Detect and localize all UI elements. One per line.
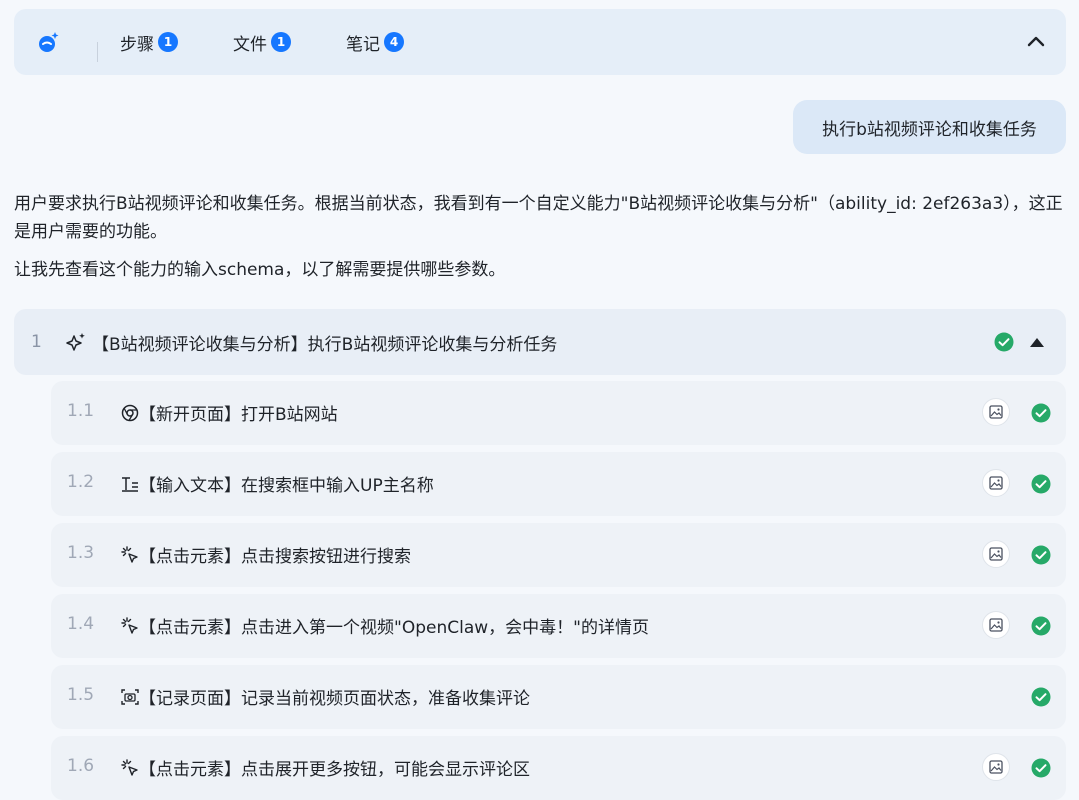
assistant-paragraph: 让我先查看这个能力的输入schema，以了解需要提供哪些参数。 (14, 260, 506, 280)
screenshot-button[interactable] (982, 611, 1010, 639)
text-input-icon (122, 477, 138, 492)
step-number: 1.2 (67, 472, 95, 492)
sparkle-icon (66, 333, 85, 351)
image-icon (989, 476, 1003, 490)
image-icon (989, 760, 1003, 774)
step-number: 1.6 (67, 756, 95, 776)
step-text: 【点击元素】点击搜索按钮进行搜索 (139, 547, 411, 567)
image-icon (989, 547, 1003, 561)
count-badge: 1 (158, 32, 178, 52)
assistant-paragraph: 用户要求执行B站视频评论和收集任务。根据当前状态，我看到有一个自定义能力"B站视… (14, 194, 1063, 242)
check-circle-icon (1031, 758, 1051, 778)
step-text: 【新开页面】打开B站网站 (139, 405, 338, 425)
tab-notes[interactable]: 笔记 4 (346, 29, 404, 55)
chevron-up-icon[interactable] (1024, 30, 1048, 54)
check-circle-icon (1031, 687, 1051, 707)
task-number: 1 (31, 332, 42, 352)
check-circle-icon (1031, 545, 1051, 565)
click-icon (121, 759, 138, 776)
image-icon (989, 618, 1003, 632)
task-card[interactable]: 1 【B站视频评论收集与分析】执行B站视频评论收集与分析任务 (14, 309, 1066, 375)
screenshot-button[interactable] (982, 469, 1010, 497)
image-icon (989, 405, 1003, 419)
collapse-triangle-icon[interactable] (1027, 332, 1047, 352)
check-circle-icon (1031, 616, 1051, 636)
tab-label: 文件 (233, 34, 267, 55)
step-text: 【输入文本】在搜索框中输入UP主名称 (139, 476, 434, 496)
count-badge: 4 (384, 32, 404, 52)
click-icon (121, 617, 138, 634)
task-title: 【B站视频评论收集与分析】执行B站视频评论收集与分析任务 (92, 334, 558, 355)
step-number: 1.5 (67, 685, 95, 705)
step-row[interactable]: 1.5 【记录页面】记录当前视频页面状态，准备收集评论 (51, 665, 1066, 729)
step-row[interactable]: 1.3 【点击元素】点击搜索按钮进行搜索 (51, 523, 1066, 587)
count-badge: 1 (271, 32, 291, 52)
divider (97, 42, 98, 62)
click-icon (121, 546, 138, 563)
check-circle-icon (994, 332, 1014, 352)
tab-label: 笔记 (346, 34, 380, 55)
step-row[interactable]: 1.4 【点击元素】点击进入第一个视频"OpenClaw，会中毒！"的详情页 (51, 594, 1066, 658)
step-text: 【记录页面】记录当前视频页面状态，准备收集评论 (139, 689, 530, 709)
browser-icon (121, 404, 139, 422)
camera-icon (121, 689, 139, 705)
step-row[interactable]: 1.6 【点击元素】点击展开更多按钮，可能会显示评论区 (51, 736, 1066, 800)
screenshot-button[interactable] (982, 753, 1010, 781)
screenshot-button[interactable] (982, 540, 1010, 568)
user-message-bubble: 执行b站视频评论和收集任务 (793, 100, 1066, 154)
step-number: 1.1 (67, 401, 95, 421)
check-circle-icon (1031, 474, 1051, 494)
tab-label: 步骤 (120, 34, 154, 55)
step-number: 1.3 (67, 543, 95, 563)
tab-steps[interactable]: 步骤 1 (120, 29, 178, 55)
step-text: 【点击元素】点击展开更多按钮，可能会显示评论区 (139, 760, 530, 780)
step-row[interactable]: 1.2 【输入文本】在搜索框中输入UP主名称 (51, 452, 1066, 516)
screenshot-button[interactable] (982, 398, 1010, 426)
tab-files[interactable]: 文件 1 (233, 29, 291, 55)
top-toolbar: 步骤 1 文件 1 笔记 4 (14, 9, 1066, 75)
check-circle-icon (1031, 403, 1051, 423)
step-row[interactable]: 1.1 【新开页面】打开B站网站 (51, 381, 1066, 445)
step-text: 【点击元素】点击进入第一个视频"OpenClaw，会中毒！"的详情页 (139, 618, 649, 638)
magic-wand-icon[interactable] (36, 30, 60, 54)
step-number: 1.4 (67, 614, 95, 634)
